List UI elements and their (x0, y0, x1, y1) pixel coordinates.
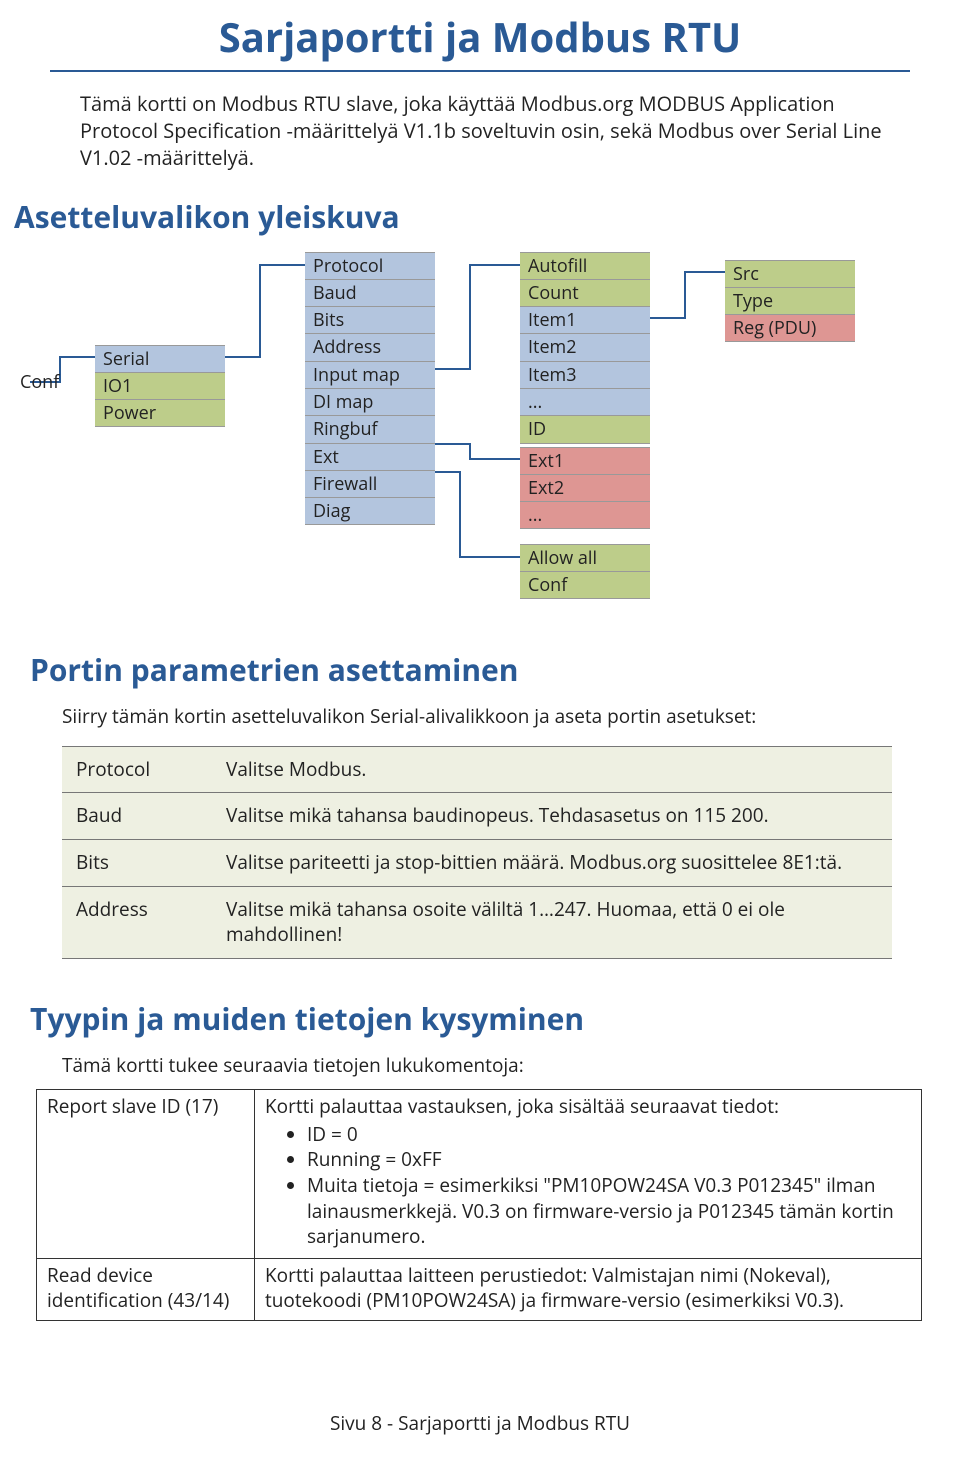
cmd-name: Report slave ID (17) (37, 1089, 255, 1258)
menu-item: Ext (305, 443, 435, 470)
cmd-name: Read device identification (43/14) (37, 1258, 255, 1320)
diagram-col4: Src Type Reg (PDU) (725, 260, 855, 343)
menu-item: Ext1 (520, 447, 650, 474)
table-row: Protocol Valitse Modbus. (62, 746, 892, 793)
cmd-desc: Kortti palauttaa vastauksen, joka sisält… (255, 1089, 922, 1258)
menu-item: Count (520, 279, 650, 306)
param-name: Protocol (62, 746, 212, 793)
menu-item: Item2 (520, 333, 650, 360)
cmd-bullets: ID = 0 Running = 0xFF Muita tietoja = es… (265, 1122, 911, 1250)
menu-item: Firewall (305, 470, 435, 497)
diagram-col3b: Ext1 Ext2 ... (520, 447, 650, 530)
menu-item: Power (95, 399, 225, 427)
menu-diagram: Conf Serial IO1 Power Protocol Baud Bits… (20, 252, 910, 612)
param-name: Baud (62, 793, 212, 840)
menu-item: Item1 (520, 306, 650, 333)
param-desc: Valitse mikä tahansa osoite väliltä 1…24… (212, 886, 892, 958)
menu-item: Item3 (520, 361, 650, 388)
param-desc: Valitse Modbus. (212, 746, 892, 793)
menu-item: Type (725, 287, 855, 314)
commands-intro: Tämä kortti tukee seuraavia tietojen luk… (62, 1053, 910, 1079)
menu-item: Src (725, 260, 855, 287)
table-row: Report slave ID (17) Kortti palauttaa va… (37, 1089, 922, 1258)
menu-item: Input map (305, 361, 435, 388)
bullet: Running = 0xFF (307, 1147, 911, 1173)
menu-item: Bits (305, 306, 435, 333)
menu-item: Autofill (520, 252, 650, 279)
menu-item: ... (520, 501, 650, 529)
section-commands-title: Tyypin ja muiden tietojen kysyminen (30, 999, 910, 1040)
param-desc: Valitse pariteetti ja stop-bittien määrä… (212, 839, 892, 886)
diagram-col3c: Allow all Conf (520, 544, 650, 600)
commands-table: Report slave ID (17) Kortti palauttaa va… (36, 1089, 922, 1321)
menu-item: Ringbuf (305, 415, 435, 442)
bullet: Muita tietoja = esimerkiksi "PM10POW24SA… (307, 1173, 911, 1250)
table-row: Address Valitse mikä tahansa osoite väli… (62, 886, 892, 958)
diagram-col2: Protocol Baud Bits Address Input map DI … (305, 252, 435, 526)
section-overview-title: Asetteluvalikon yleiskuva (14, 197, 910, 238)
param-desc: Valitse mikä tahansa baudinopeus. Tehdas… (212, 793, 892, 840)
cmd-desc-text: Kortti palauttaa vastauksen, joka sisält… (265, 1093, 779, 1119)
menu-item: Allow all (520, 544, 650, 571)
menu-item: Protocol (305, 252, 435, 279)
menu-item: Serial (95, 345, 225, 372)
table-row: Bits Valitse pariteetti ja stop-bittien … (62, 839, 892, 886)
params-table: Protocol Valitse Modbus. Baud Valitse mi… (62, 746, 892, 959)
menu-item: IO1 (95, 372, 225, 399)
diagram-col1: Serial IO1 Power (95, 345, 225, 428)
menu-item: ... (520, 388, 650, 415)
page-title: Sarjaportti ja Modbus RTU (50, 10, 910, 72)
diagram-col3a: Autofill Count Item1 Item2 Item3 ... ID (520, 252, 650, 444)
table-row: Read device identification (43/14) Kortt… (37, 1258, 922, 1320)
menu-item: DI map (305, 388, 435, 415)
section-params-title: Portin parametrien asettaminen (30, 650, 910, 691)
table-row: Baud Valitse mikä tahansa baudinopeus. T… (62, 793, 892, 840)
menu-item: Ext2 (520, 474, 650, 501)
menu-item: ID (520, 415, 650, 443)
params-intro: Siirry tämän kortin asetteluvalikon Seri… (62, 704, 910, 730)
intro-text: Tämä kortti on Modbus RTU slave, joka kä… (80, 90, 910, 171)
menu-item: Address (305, 333, 435, 360)
menu-item: Reg (PDU) (725, 314, 855, 342)
conf-label: Conf (20, 370, 59, 394)
param-name: Address (62, 886, 212, 958)
menu-item: Conf (520, 571, 650, 599)
page-footer: Sivu 8 - Sarjaportti ja Modbus RTU (0, 1411, 960, 1437)
param-name: Bits (62, 839, 212, 886)
menu-item: Diag (305, 497, 435, 525)
cmd-desc: Kortti palauttaa laitteen perustiedot: V… (255, 1258, 922, 1320)
menu-item: Baud (305, 279, 435, 306)
bullet: ID = 0 (307, 1122, 911, 1148)
